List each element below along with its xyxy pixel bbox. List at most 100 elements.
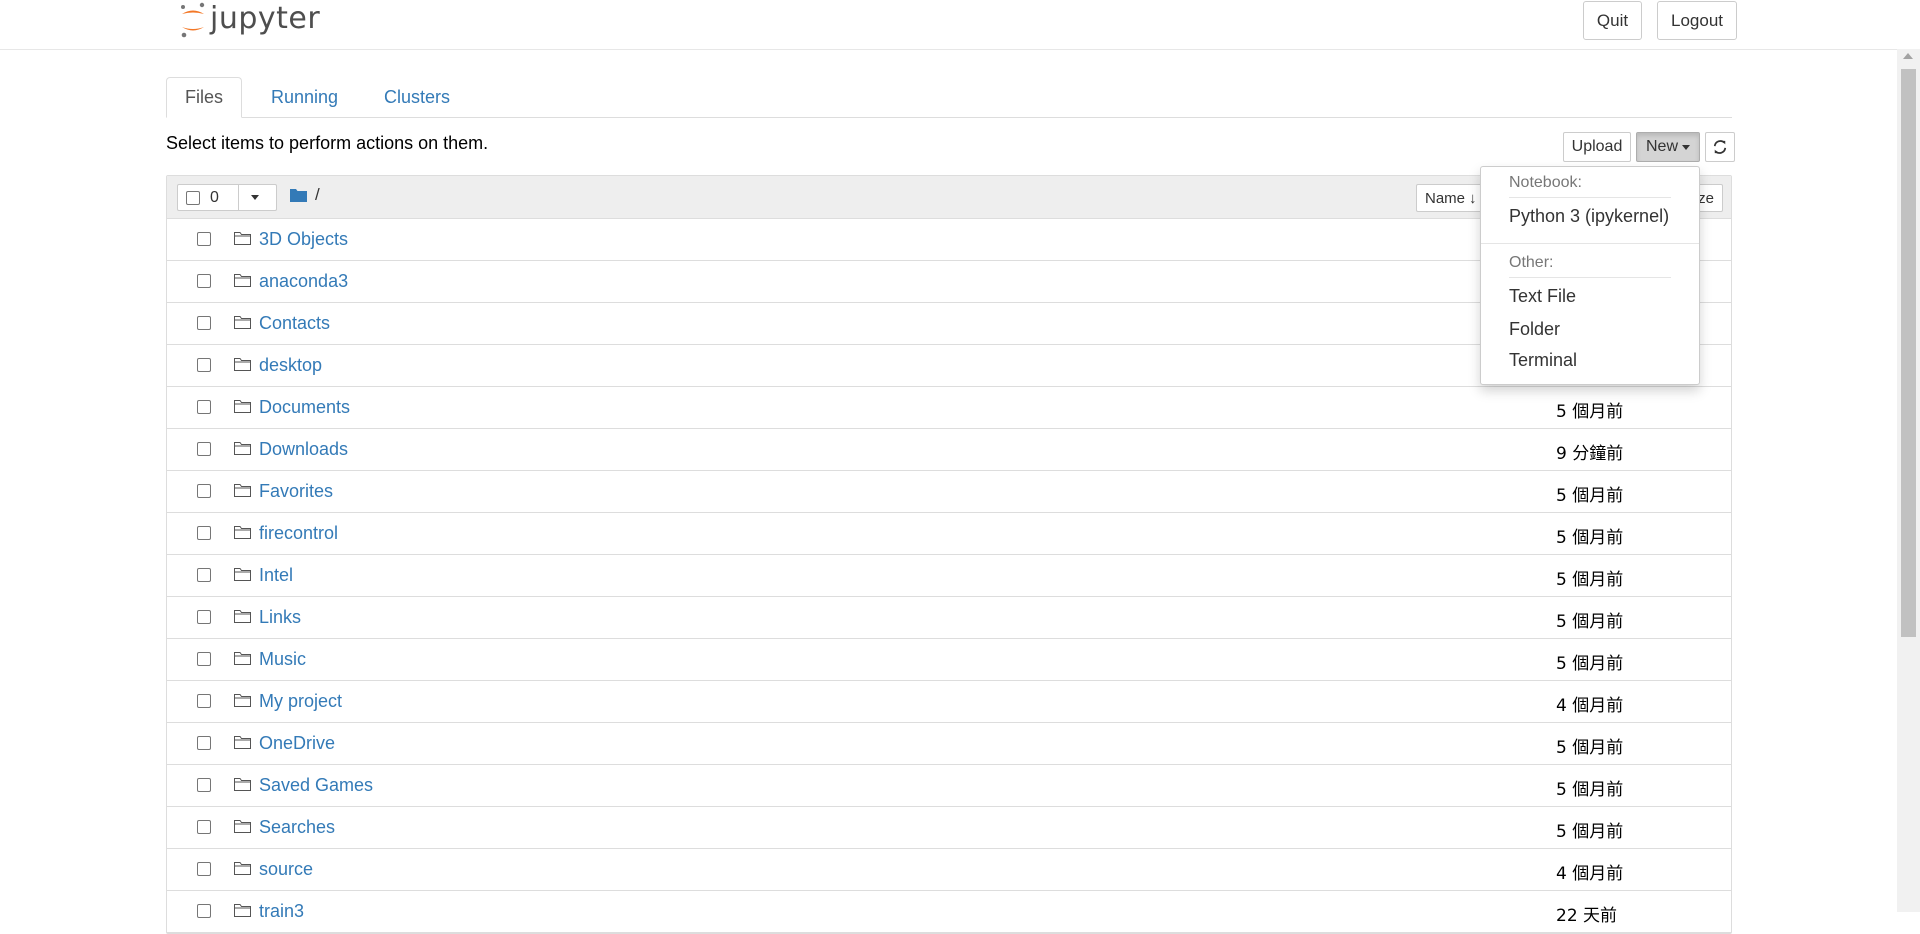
row-checkbox[interactable] [197,358,211,372]
last-modified: 4 個月前 [1556,696,1624,716]
last-modified: 9 分鐘前 [1556,444,1624,464]
row-checkbox[interactable] [197,652,211,666]
row-checkbox[interactable] [197,400,211,414]
menu-header-notebook: Notebook: [1509,174,1582,191]
folder-icon [234,736,251,749]
refresh-button[interactable] [1705,132,1735,162]
last-modified: 5 個月前 [1556,402,1624,422]
row-checkbox[interactable] [197,904,211,918]
file-row[interactable]: Documents 5 個月前 [167,387,1731,429]
upload-button[interactable]: Upload [1563,132,1631,162]
arrow-down-icon: ↓ [1469,189,1477,207]
file-name-link[interactable]: 3D Objects [259,229,348,250]
tab-files[interactable]: Files [166,77,243,118]
tab-clusters[interactable]: Clusters [366,77,468,117]
row-checkbox[interactable] [197,820,211,834]
file-row[interactable]: OneDrive 5 個月前 [167,723,1731,765]
instructions-text: Select items to perform actions on them. [166,133,489,153]
row-checkbox[interactable] [197,442,211,456]
sort-by-size-label: ze [1698,189,1714,207]
file-name-link[interactable]: anaconda3 [259,271,348,292]
last-modified: 5 個月前 [1556,822,1624,842]
file-name-link[interactable]: Intel [259,565,293,586]
caret-down-icon [1682,144,1690,150]
file-row[interactable]: Music 5 個月前 [167,639,1731,681]
file-name-link[interactable]: firecontrol [259,523,338,544]
file-row[interactable]: Saved Games 5 個月前 [167,765,1731,807]
menu-item-terminal[interactable]: Terminal [1481,344,1699,379]
file-name-link[interactable]: My project [259,691,342,712]
folder-icon [234,610,251,623]
logout-button[interactable]: Logout [1657,1,1737,40]
folder-icon [234,568,251,581]
scrollbar-thumb[interactable] [1901,69,1916,637]
row-checkbox[interactable] [197,778,211,792]
row-checkbox[interactable] [197,526,211,540]
new-dropdown-menu: Notebook: Python 3 (ipykernel) Other: Te… [1480,166,1700,385]
sort-by-name-button[interactable]: Name ↓ [1416,184,1486,212]
last-modified: 5 個月前 [1556,570,1624,590]
header: jupyter Quit Logout [0,0,1897,50]
folder-icon [234,274,251,287]
file-name-link[interactable]: Saved Games [259,775,373,796]
breadcrumb: / [290,185,320,205]
breadcrumb-root[interactable]: / [315,185,320,205]
file-name-link[interactable]: Favorites [259,481,333,502]
last-modified: 5 個月前 [1556,612,1624,632]
folder-icon [234,904,251,917]
row-checkbox[interactable] [197,484,211,498]
scrollbar[interactable] [1897,49,1920,912]
folder-home-icon[interactable] [290,188,307,202]
file-row[interactable]: Intel 5 個月前 [167,555,1731,597]
sort-by-name-label: Name [1425,189,1466,207]
new-button[interactable]: New [1636,132,1700,162]
file-row[interactable]: source 4 個月前 [167,849,1731,891]
row-checkbox[interactable] [197,694,211,708]
file-row[interactable]: Searches 5 個月前 [167,807,1731,849]
file-name-link[interactable]: desktop [259,355,322,376]
file-row[interactable]: Favorites 5 個月前 [167,471,1731,513]
file-name-link[interactable]: Contacts [259,313,330,334]
row-checkbox[interactable] [197,568,211,582]
row-checkbox[interactable] [197,274,211,288]
menu-divider [1481,243,1699,244]
select-dropdown-button[interactable] [238,185,271,210]
last-modified: 5 個月前 [1556,654,1624,674]
file-name-link[interactable]: Downloads [259,439,348,460]
last-modified: 22 天前 [1556,906,1618,926]
row-checkbox[interactable] [197,232,211,246]
file-name-link[interactable]: source [259,859,313,880]
file-row[interactable]: Links 5 個月前 [167,597,1731,639]
file-row[interactable]: My project 4 個月前 [167,681,1731,723]
folder-icon [234,316,251,329]
file-row[interactable]: Downloads 9 分鐘前 [167,429,1731,471]
menu-item-python3[interactable]: Python 3 (ipykernel) [1481,198,1699,235]
file-name-link[interactable]: Documents [259,397,350,418]
file-name-link[interactable]: Links [259,607,301,628]
last-modified: 4 個月前 [1556,864,1624,884]
row-checkbox[interactable] [197,736,211,750]
folder-icon [234,400,251,413]
row-checkbox[interactable] [197,610,211,624]
menu-item-folder[interactable]: Folder [1481,315,1699,344]
file-name-link[interactable]: Searches [259,817,335,838]
row-checkbox[interactable] [197,316,211,330]
folder-icon [234,484,251,497]
folder-icon [234,652,251,665]
file-name-link[interactable]: OneDrive [259,733,335,754]
file-row[interactable]: firecontrol 5 個月前 [167,513,1731,555]
scroll-up-arrow-icon[interactable] [1903,53,1913,59]
tab-running[interactable]: Running [253,77,356,117]
caret-down-icon [251,195,259,200]
row-checkbox[interactable] [197,862,211,876]
quit-button[interactable]: Quit [1583,1,1642,40]
tab-bar: Files Running Clusters [166,77,1732,118]
file-row[interactable]: train3 22 天前 [167,891,1731,933]
file-name-link[interactable]: Music [259,649,306,670]
last-modified: 5 個月前 [1556,486,1624,506]
jupyter-logo[interactable]: jupyter [180,0,320,44]
folder-icon [234,232,251,245]
menu-item-text-file[interactable]: Text File [1481,278,1699,315]
select-all-checkbox[interactable] [186,190,200,205]
last-modified: 5 個月前 [1556,780,1624,800]
